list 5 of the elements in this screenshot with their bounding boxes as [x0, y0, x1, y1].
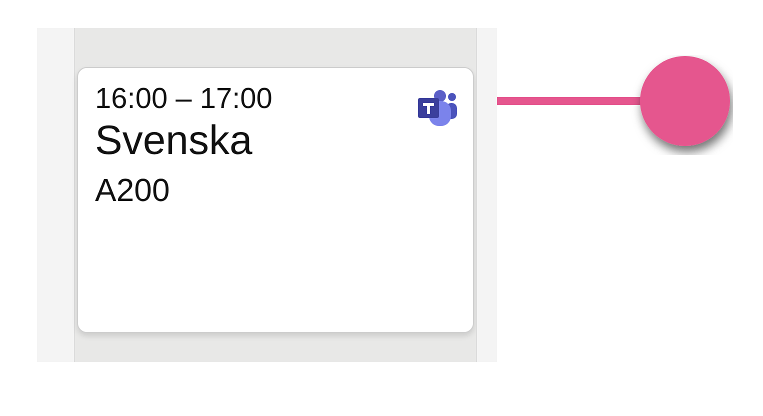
meeting-app-icon [417, 88, 459, 128]
event-card[interactable]: 16:00 – 17:00 Svenska A200 [77, 67, 474, 333]
event-room: A200 [95, 171, 170, 210]
event-time: 16:00 – 17:00 [95, 82, 272, 116]
event-title: Svenska [95, 116, 252, 164]
